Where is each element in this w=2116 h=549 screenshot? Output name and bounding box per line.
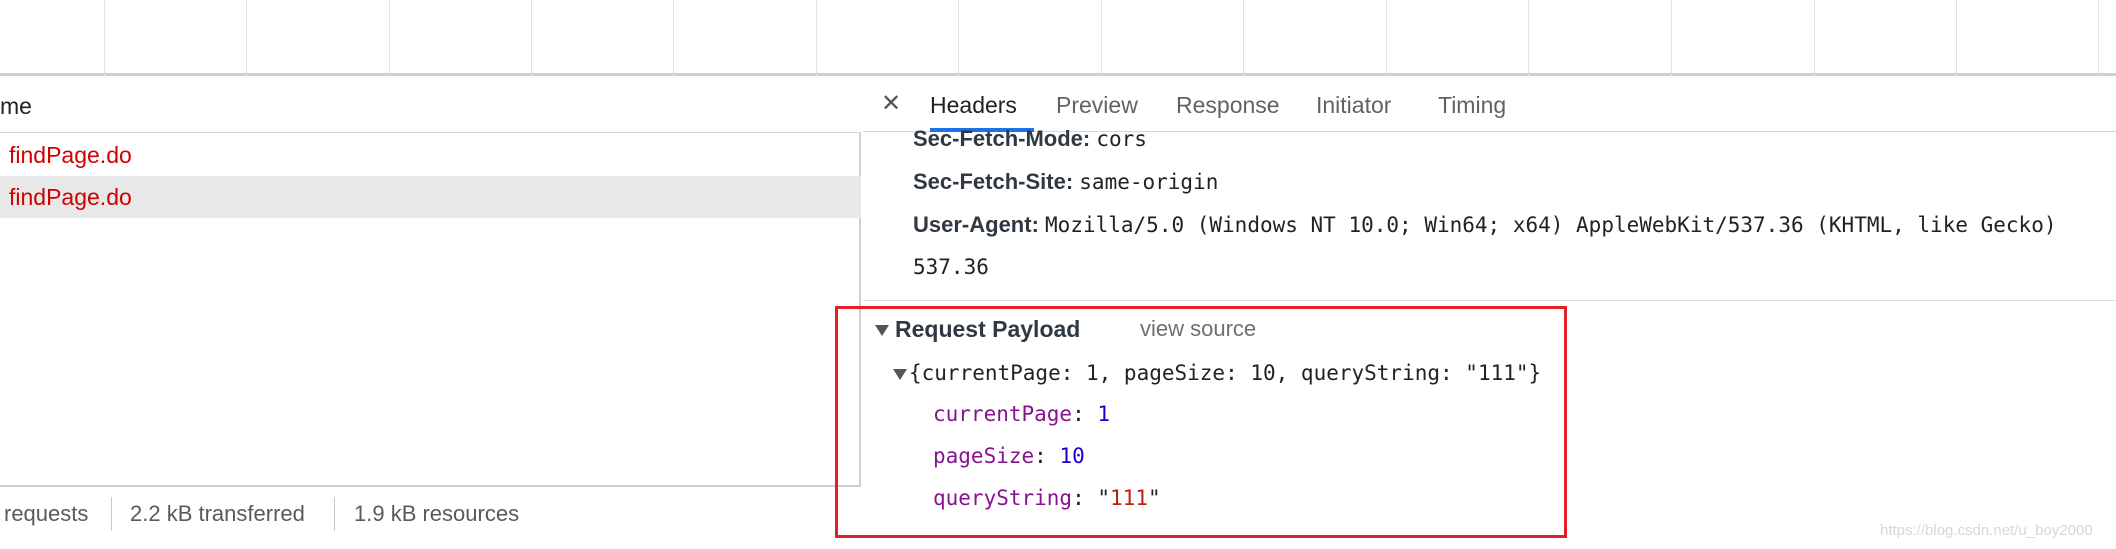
tab-initiator[interactable]: Initiator xyxy=(1316,92,1391,119)
request-row[interactable]: findPage.do xyxy=(0,134,861,176)
request-row-selected[interactable]: findPage.do xyxy=(0,176,861,218)
header-value: same-origin xyxy=(1079,170,1219,194)
request-name: findPage.do xyxy=(9,184,132,210)
tab-headers[interactable]: Headers xyxy=(930,92,1017,119)
status-bar: requests 2.2 kB transferred 1.9 kB resou… xyxy=(0,485,861,539)
highlight-annotation-box xyxy=(835,306,1567,538)
close-icon[interactable]: ✕ xyxy=(878,89,904,119)
status-divider xyxy=(111,497,112,531)
timeline-gridline xyxy=(2098,0,2099,76)
timeline-gridline xyxy=(246,0,247,76)
timeline-gridline xyxy=(958,0,959,76)
timeline-overview[interactable] xyxy=(0,0,2116,76)
requests-count: requests xyxy=(4,501,89,526)
tab-response[interactable]: Response xyxy=(1176,92,1280,119)
header-row: Sec-Fetch-Site: same-origin xyxy=(913,169,1218,195)
header-key: Sec-Fetch-Site: xyxy=(913,169,1074,194)
status-divider xyxy=(334,497,335,531)
timeline-gridline xyxy=(1956,0,1957,76)
request-name: findPage.do xyxy=(9,142,132,168)
timeline-gridline xyxy=(1814,0,1815,76)
timeline-gridline xyxy=(1528,0,1529,76)
header-row-continuation: 537.36 xyxy=(913,254,989,280)
name-column-header[interactable]: me xyxy=(0,79,861,133)
details-tabbar: ✕ Headers Preview Response Initiator Tim… xyxy=(863,79,2116,132)
timeline-gridline xyxy=(1386,0,1387,76)
timeline-gridline xyxy=(104,0,105,76)
header-key: User-Agent: xyxy=(913,212,1039,237)
timeline-gridline xyxy=(1671,0,1672,76)
section-divider xyxy=(863,300,2116,301)
header-value: 537.36 xyxy=(913,255,989,279)
watermark: https://blog.csdn.net/u_boy2000 xyxy=(1880,522,2093,539)
timeline-gridline xyxy=(1243,0,1244,76)
column-header-label: me xyxy=(0,93,32,119)
timeline-gridline xyxy=(389,0,390,76)
timeline-gridline xyxy=(673,0,674,76)
resources-size: 1.9 kB resources xyxy=(354,501,520,526)
header-key: Sec-Fetch-Mode: xyxy=(913,126,1091,151)
header-value: Mozilla/5.0 (Windows NT 10.0; Win64; x64… xyxy=(1045,213,2057,237)
header-value: cors xyxy=(1096,127,1147,151)
tab-preview[interactable]: Preview xyxy=(1056,92,1138,119)
requests-panel: me findPage.do findPage.do requests 2.2 … xyxy=(0,79,861,539)
timeline-gridline xyxy=(531,0,532,76)
tab-timing[interactable]: Timing xyxy=(1438,92,1506,119)
timeline-gridline xyxy=(1101,0,1102,76)
timeline-gridline xyxy=(816,0,817,76)
transferred-size: 2.2 kB transferred xyxy=(130,501,305,526)
header-row: User-Agent: Mozilla/5.0 (Windows NT 10.0… xyxy=(913,212,2056,238)
header-row: Sec-Fetch-Mode: cors xyxy=(913,126,1147,152)
